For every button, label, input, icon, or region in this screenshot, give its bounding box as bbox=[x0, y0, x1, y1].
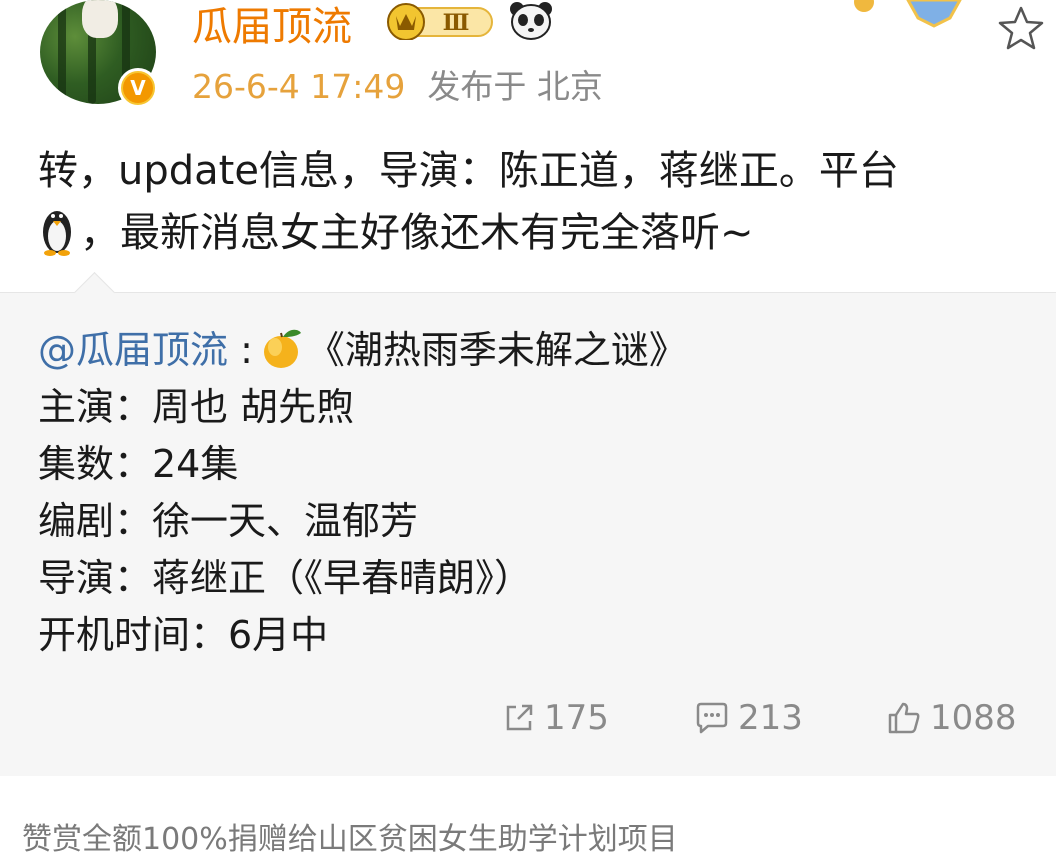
comment-count: 213 bbox=[738, 698, 803, 738]
reward-note: 赞赏全额100%捐赠给山区贫困女生助学计划项目 bbox=[22, 822, 678, 857]
penguin-icon bbox=[43, 211, 71, 256]
action-bar: 175 213 1088 bbox=[0, 690, 1056, 746]
star-icon[interactable] bbox=[996, 4, 1046, 52]
rank-badge-icon: Ⅲ bbox=[387, 3, 493, 40]
section-divider bbox=[0, 776, 1056, 800]
rank-badge-text: Ⅲ bbox=[443, 10, 470, 36]
verified-badge-icon: V bbox=[118, 68, 158, 108]
post-text-line-2-text: ，最新消息女主好像还木有完全落听~ bbox=[80, 210, 754, 256]
repost-mention[interactable]: @瓜届顶流 bbox=[38, 328, 228, 372]
post-text: 转，update信息，导演：陈正道，蒋继正。平台 ，最新消息女主好像还木有完全落… bbox=[38, 140, 1028, 264]
repost-start-time: 开机时间：6月中 bbox=[38, 613, 329, 657]
author-name[interactable]: 瓜届顶流 bbox=[192, 0, 352, 52]
comment-icon bbox=[696, 702, 728, 734]
like-button[interactable]: 1088 bbox=[886, 698, 1017, 738]
comment-button[interactable]: 213 bbox=[694, 698, 803, 738]
share-count: 175 bbox=[544, 698, 609, 738]
share-icon bbox=[506, 704, 533, 731]
repost-colon: : bbox=[228, 328, 253, 372]
repost-cast: 主演：周也 胡先煦 bbox=[38, 385, 355, 429]
mango-icon bbox=[263, 329, 301, 368]
post-text-line-1: 转，update信息，导演：陈正道，蒋继正。平台 bbox=[38, 148, 899, 194]
repost-episodes: 集数：24集 bbox=[38, 442, 239, 486]
post-text-line-2: ，最新消息女主好像还木有完全落听~ bbox=[38, 202, 1028, 264]
repost-show-title: 《潮热雨季未解之谜》 bbox=[306, 328, 687, 372]
cat-image bbox=[82, 0, 118, 38]
share-button[interactable]: 175 bbox=[502, 698, 609, 738]
post-meta: 26-6-4 17:49 发布于 北京 bbox=[192, 60, 603, 108]
like-count: 1088 bbox=[930, 698, 1017, 738]
post-location: 发布于 北京 bbox=[427, 67, 603, 106]
post-header: V 瓜届顶流 Ⅲ 26-6-4 17:49 发布于 北京 bbox=[0, 0, 1056, 120]
post-timestamp: 26-6-4 17:49 bbox=[192, 67, 406, 106]
panda-icon bbox=[510, 2, 552, 40]
fan-badge-icon bbox=[854, 0, 962, 28]
repost-writers: 编剧：徐一天、温郁芳 bbox=[38, 499, 419, 543]
repost-body: @瓜届顶流 : 《潮热雨季未解之谜》 主演：周也 胡先煦 集数：24集 编剧：徐… bbox=[38, 322, 1038, 664]
thumbs-up-icon bbox=[888, 702, 920, 734]
repost-title-line: @瓜届顶流 : 《潮热雨季未解之谜》 bbox=[38, 322, 1038, 379]
repost-director: 导演：蒋继正（《早春晴朗》） bbox=[38, 556, 533, 600]
